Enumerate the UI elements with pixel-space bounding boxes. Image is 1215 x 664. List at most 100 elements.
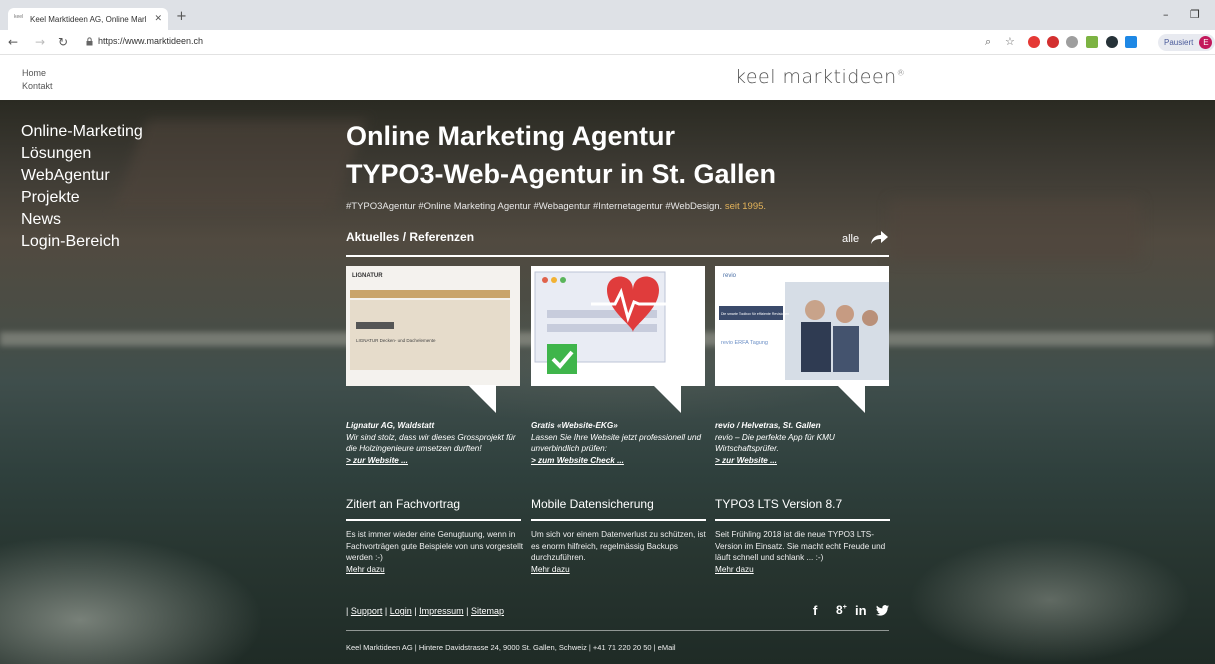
hero-title-line2: TYPO3-Web-Agentur in St. Gallen: [346, 159, 777, 189]
sidenav-news[interactable]: News: [21, 211, 61, 229]
column-divider: [715, 519, 890, 521]
footer-login-link[interactable]: Login: [390, 606, 412, 616]
nav-home-link[interactable]: Home: [22, 68, 46, 78]
hero-hashtags: #TYPO3Agentur #Online Marketing Agentur …: [346, 201, 766, 212]
news-link[interactable]: > zur Website ...: [715, 456, 777, 465]
mehr-dazu-link[interactable]: Mehr dazu: [346, 564, 524, 576]
footer-sitemap-link[interactable]: Sitemap: [471, 606, 504, 616]
footer-support-link[interactable]: Support: [351, 606, 383, 616]
zoom-icon[interactable]: ⌕: [985, 35, 991, 49]
speech-bubble-tail: [653, 385, 681, 413]
news-text-website-ekg: Gratis «Website-EKG» Lassen Sie Ihre Web…: [531, 420, 709, 466]
sidenav-projekte[interactable]: Projekte: [21, 189, 80, 207]
logo-text: keel marktideen: [735, 66, 897, 88]
mehr-dazu-link[interactable]: Mehr dazu: [531, 564, 709, 576]
browser-tab[interactable]: keel Keel Marktideen AG, Online Marl ✕: [8, 8, 168, 30]
forward-icon[interactable]: →: [35, 35, 45, 49]
news-card-revio[interactable]: revio Die smarte Toolbox für effiziente …: [715, 266, 889, 413]
news-body: Wir sind stolz, dass wir dieses Grosspro…: [346, 432, 516, 454]
google-plus-icon[interactable]: 8+: [836, 603, 847, 617]
news-card-lignatur[interactable]: LIGNATUR LIGNATUR Decken- und Dachelemen…: [346, 266, 520, 413]
checkmark-icon: [547, 344, 577, 374]
news-link[interactable]: > zum Website Check ...: [531, 456, 624, 465]
mehr-dazu-link[interactable]: Mehr dazu: [715, 564, 893, 576]
news-heading: Gratis «Website-EKG»: [531, 421, 618, 430]
revio-thumbnail: revio Die smarte Toolbox für effiziente …: [715, 266, 889, 386]
column-body: Seit Frühling 2018 ist die neue TYPO3 LT…: [715, 529, 893, 575]
all-news-link[interactable]: alle: [842, 233, 859, 245]
lock-icon: [86, 37, 93, 46]
background-roof: [890, 200, 1140, 260]
news-heading: Lignatur AG, Waldstatt: [346, 421, 435, 430]
site-logo[interactable]: keel marktideen®: [735, 66, 905, 88]
evernote-extension-icon[interactable]: [1086, 36, 1098, 48]
column-divider: [346, 519, 521, 521]
extension-square-icon[interactable]: [1125, 36, 1137, 48]
hero-section: Online-Marketing Lösungen WebAgentur Pro…: [0, 100, 1215, 664]
speech-bubble-tail: [468, 385, 496, 413]
news-card-website-ekg[interactable]: [531, 266, 705, 413]
news-body: revio – Die perfekte App für KMU Wirtsch…: [715, 432, 835, 454]
speech-bubble-tail: [837, 385, 865, 413]
facebook-icon[interactable]: f: [813, 603, 817, 618]
lignatur-thumb-caption: LIGNATUR Decken- und Dachelemente: [356, 338, 436, 343]
footer-divider: [346, 630, 889, 631]
avatar: E: [1199, 36, 1213, 49]
column-divider: [531, 519, 706, 521]
browser-tab-bar: keel Keel Marktideen AG, Online Marl ✕ +…: [0, 0, 1215, 30]
ekg-thumbnail: [531, 266, 705, 386]
column-title: TYPO3 LTS Version 8.7: [715, 497, 843, 511]
back-icon[interactable]: ←: [8, 35, 18, 49]
pinterest-extension-icon[interactable]: [1028, 36, 1040, 48]
browser-toolbar: ← → ↻ https://www.marktideen.ch ⌕ ☆ Paus…: [0, 30, 1215, 55]
tab-close-icon[interactable]: ✕: [154, 14, 162, 24]
sidenav-webagentur[interactable]: WebAgentur: [21, 167, 110, 185]
footer-impressum-link[interactable]: Impressum: [419, 606, 464, 616]
column-text: Seit Frühling 2018 ist die neue TYPO3 LT…: [715, 530, 886, 562]
news-text-revio: revio / Helvetras, St. Gallen revio – Di…: [715, 420, 893, 466]
logo-trademark: ®: [896, 68, 906, 78]
revio-thumb-event: revio ERFA Tagung: [721, 340, 768, 346]
adblock-extension-icon[interactable]: [1047, 36, 1059, 48]
news-text-lignatur: Lignatur AG, Waldstatt Wir sind stolz, d…: [346, 420, 524, 466]
bookmark-star-icon[interactable]: ☆: [1005, 35, 1015, 48]
hero-title-line1: Online Marketing Agentur: [346, 121, 676, 151]
lignatur-thumbnail: LIGNATUR LIGNATUR Decken- und Dachelemen…: [346, 266, 520, 386]
column-text: Es ist immer wieder eine Genugtuung, wen…: [346, 530, 524, 562]
tab-title: Keel Marktideen AG, Online Marl: [30, 14, 147, 24]
extension-icon[interactable]: [1066, 36, 1078, 48]
sidenav-login-bereich[interactable]: Login-Bereich: [21, 233, 120, 251]
nav-kontakt-link[interactable]: Kontakt: [22, 81, 53, 91]
background-roof: [113, 120, 367, 210]
hashtags-text: #TYPO3Agentur #Online Marketing Agentur …: [346, 201, 723, 212]
address-bar[interactable]: https://www.marktideen.ch: [98, 36, 203, 46]
footer-links: | Support | Login | Impressum | Sitemap: [346, 606, 504, 616]
company-address: Keel Marktideen AG | Hintere Davidstrass…: [346, 643, 676, 652]
twitter-icon[interactable]: [876, 605, 889, 616]
revio-thumb-label: revio: [723, 273, 737, 279]
extension-arrow-icon[interactable]: [1106, 36, 1118, 48]
revio-thumb-caption: Die smarte Toolbox für effiziente Revisi…: [721, 312, 789, 316]
column-body: Um sich vor einem Datenverlust zu schütz…: [531, 529, 709, 575]
news-heading: revio / Helvetras, St. Gallen: [715, 421, 821, 430]
section-divider: [346, 255, 889, 257]
column-title: Zitiert an Fachvortrag: [346, 497, 461, 511]
column-body: Es ist immer wieder eine Genugtuung, wen…: [346, 529, 524, 575]
profile-button[interactable]: Pausiert E: [1158, 34, 1215, 51]
sidenav-loesungen[interactable]: Lösungen: [21, 145, 91, 163]
site-header: Home Kontakt keel marktideen®: [0, 56, 1215, 100]
column-title: Mobile Datensicherung: [531, 497, 654, 511]
lignatur-thumb-label: LIGNATUR: [352, 273, 383, 279]
new-tab-icon[interactable]: +: [176, 9, 187, 24]
minimize-icon[interactable]: –: [1163, 8, 1169, 21]
linkedin-icon[interactable]: in: [855, 603, 867, 618]
share-arrow-icon[interactable]: [870, 231, 888, 245]
news-body: Lassen Sie Ihre Website jetzt profession…: [531, 432, 702, 454]
sidenav-online-marketing[interactable]: Online-Marketing: [21, 123, 143, 141]
since-text: seit 1995.: [722, 201, 767, 212]
news-section-title: Aktuelles / Referenzen: [346, 230, 475, 244]
favicon-icon: keel: [14, 14, 24, 20]
news-link[interactable]: > zur Website ...: [346, 456, 408, 465]
restore-icon[interactable]: ❐: [1190, 8, 1200, 21]
reload-icon[interactable]: ↻: [58, 35, 68, 49]
